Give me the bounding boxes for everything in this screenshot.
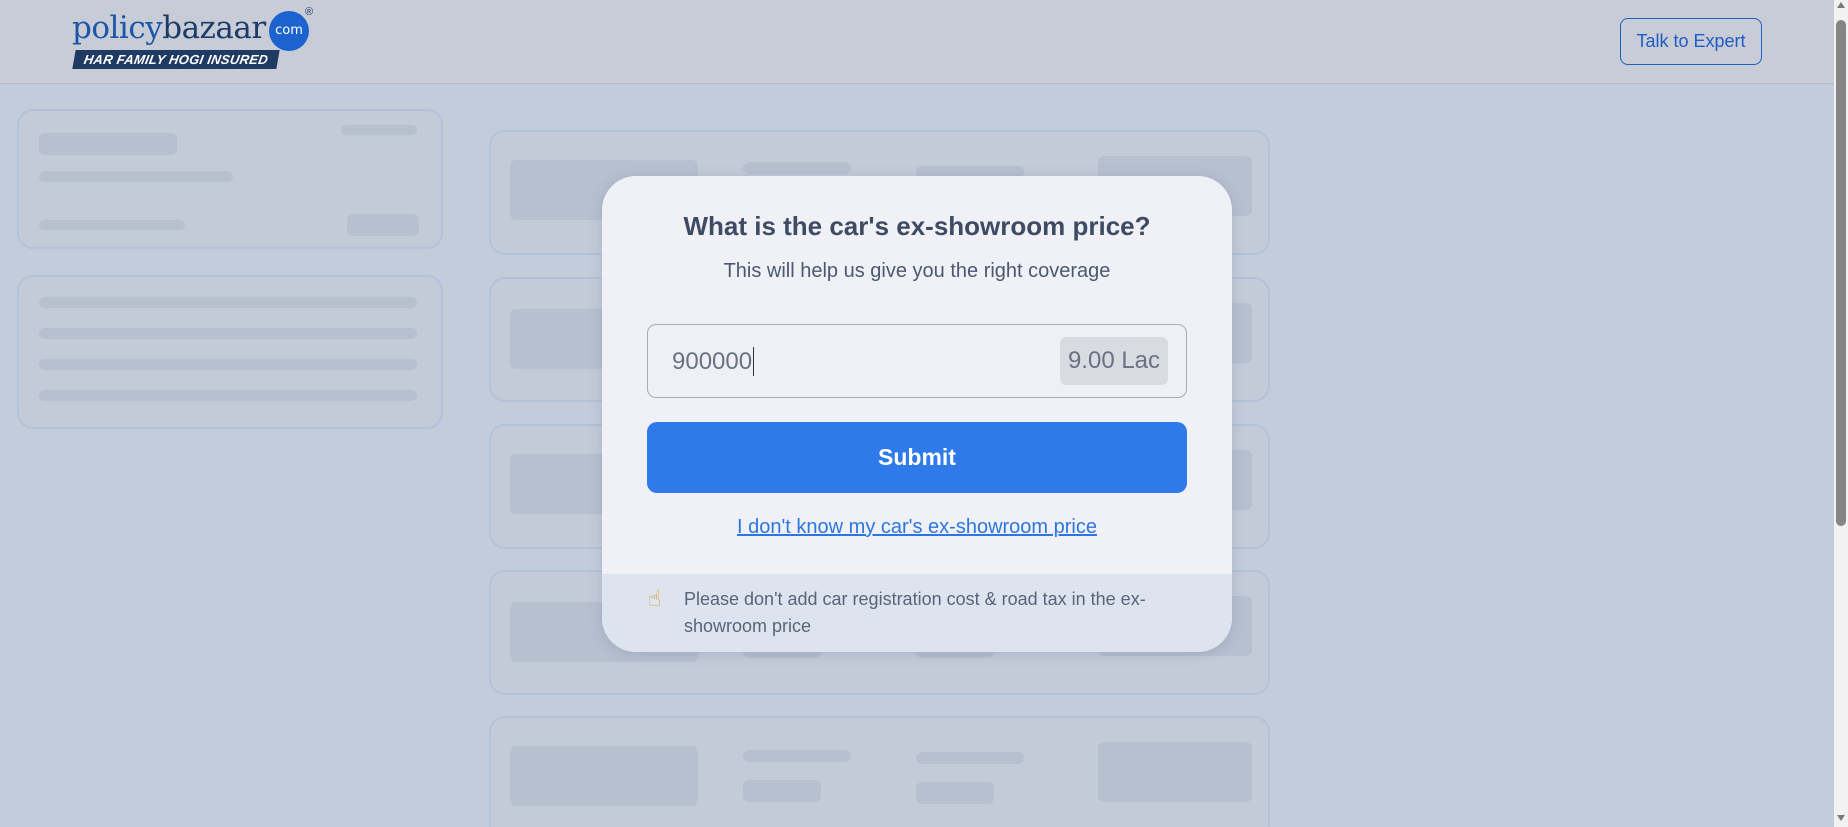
skeleton-bar bbox=[39, 390, 417, 401]
dialog-title: What is the car's ex-showroom price? bbox=[683, 211, 1151, 241]
logo-wordmark: policybazaar bbox=[72, 8, 266, 48]
talk-to-expert-button[interactable]: Talk to Expert bbox=[1620, 18, 1762, 65]
skeleton-bar bbox=[916, 752, 1024, 764]
header: policybazaar com ® HAR FAMILY HOGI INSUR… bbox=[0, 0, 1834, 84]
skeleton-bar bbox=[39, 328, 417, 339]
logo-word-policy: policy bbox=[72, 10, 163, 46]
dont-know-price-link[interactable]: I don't know my car's ex-showroom price bbox=[602, 516, 1232, 539]
price-in-lac-badge: 9.00 Lac bbox=[1060, 337, 1168, 385]
ex-showroom-price-dialog: What is the car's ex-showroom price? Thi… bbox=[602, 176, 1232, 652]
page-scrollbar[interactable] bbox=[1834, 0, 1848, 827]
logo-dot-com-badge: com bbox=[269, 11, 309, 51]
logo-tagline: HAR FAMILY HOGI INSURED bbox=[72, 50, 280, 69]
text-cursor bbox=[753, 347, 754, 376]
price-field[interactable]: 9.00 Lac bbox=[647, 324, 1187, 398]
ex-showroom-price-input[interactable] bbox=[672, 343, 1032, 381]
scroll-down-arrow-icon[interactable] bbox=[1837, 815, 1845, 821]
skeleton-bar bbox=[39, 297, 417, 308]
skeleton-bar bbox=[916, 782, 994, 804]
skeleton-bar bbox=[743, 750, 851, 762]
policybazaar-logo[interactable]: policybazaar com ® HAR FAMILY HOGI INSUR… bbox=[72, 6, 314, 72]
scrollbar-thumb[interactable] bbox=[1836, 20, 1846, 526]
skeleton-bar bbox=[39, 171, 233, 182]
skeleton-bar bbox=[39, 220, 185, 230]
skeleton-card bbox=[17, 275, 443, 429]
skeleton-card bbox=[17, 109, 443, 249]
skeleton-bar bbox=[39, 133, 177, 155]
logo-registered-mark: ® bbox=[305, 6, 314, 18]
skeleton-bar bbox=[510, 746, 698, 806]
dialog-subtitle: This will help us give you the right cov… bbox=[723, 260, 1111, 282]
scroll-up-arrow-icon[interactable] bbox=[1837, 2, 1845, 8]
skeleton-plan-card bbox=[489, 716, 1270, 827]
skeleton-bar bbox=[743, 780, 821, 802]
price-note-text: Please don't add car registration cost &… bbox=[684, 589, 1146, 636]
skeleton-bar bbox=[743, 162, 851, 174]
price-note-banner: ☝ Please don't add car registration cost… bbox=[602, 574, 1232, 652]
pointing-hand-icon: ☝ bbox=[648, 586, 662, 611]
logo-word-bazaar: bazaar bbox=[162, 10, 266, 46]
skeleton-bar bbox=[347, 214, 419, 236]
skeleton-bar bbox=[1098, 742, 1252, 802]
skeleton-bar bbox=[341, 125, 417, 135]
submit-button[interactable]: Submit bbox=[647, 422, 1187, 493]
skeleton-bar bbox=[39, 359, 417, 370]
